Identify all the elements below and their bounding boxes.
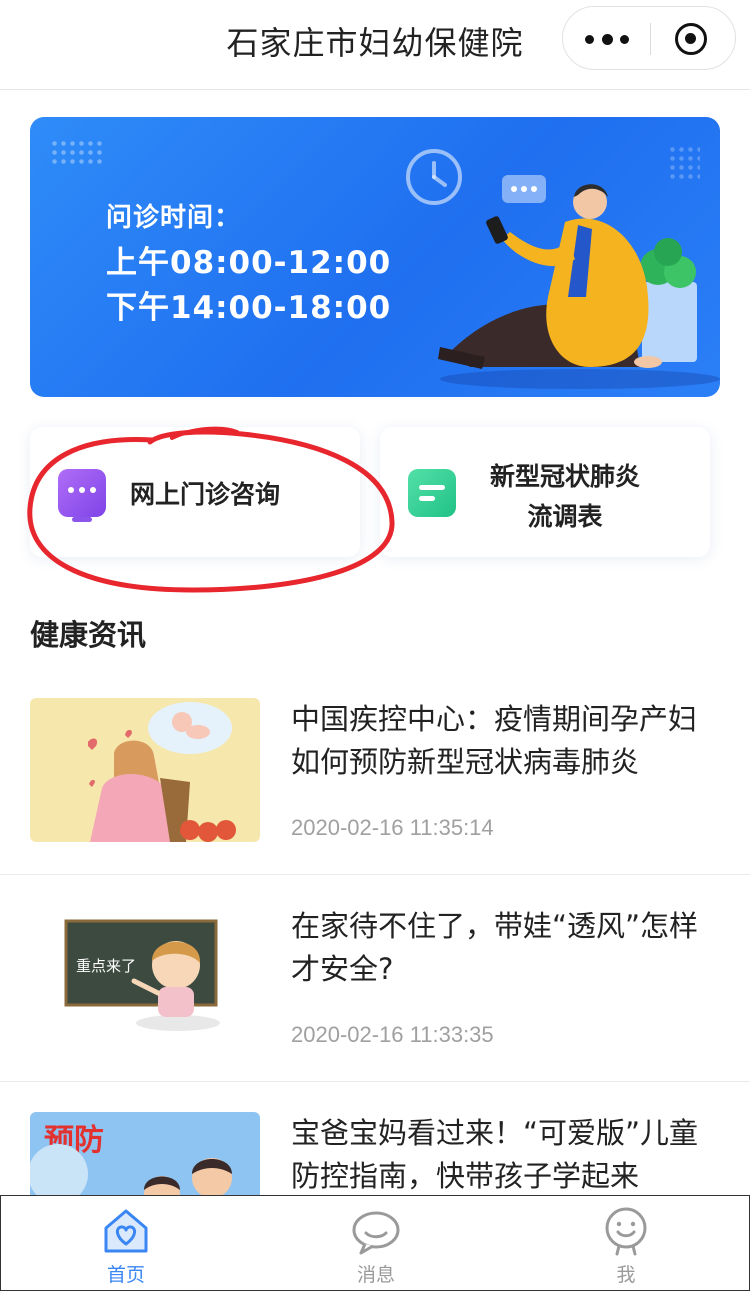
decor-dot-grid — [50, 139, 106, 167]
news-time: 2020-02-16 11:35:14 — [291, 815, 494, 840]
person-phone-illustration — [406, 149, 720, 389]
banner-morning-hours: 上午08:00-12:00 — [106, 245, 392, 281]
thumb-text: 重点来了 — [76, 957, 136, 975]
tab-me-label: 我 — [616, 1264, 636, 1286]
section-title: 健康资讯 — [30, 618, 147, 652]
monitor-chat-icon — [58, 469, 106, 522]
epidemic-survey-label: 新型冠状肺炎流调表 — [489, 462, 640, 531]
home-heart-icon — [104, 1209, 148, 1253]
online-consultation-card[interactable]: 网上门诊咨询 — [30, 427, 360, 557]
news-thumbnail — [30, 698, 260, 842]
news-title: 宝爸宝妈看过来！“可爱版”儿童防控指南，快带孩子学起来 — [291, 1116, 699, 1193]
news-time: 2020-02-16 11:33:35 — [291, 1022, 494, 1047]
epidemic-survey-card[interactable]: 新型冠状肺炎流调表 — [380, 427, 710, 557]
top-nav-bar: 石家庄市妇幼保健院 — [0, 0, 750, 90]
chat-bubble-icon — [352, 1211, 400, 1255]
capsule-divider — [650, 23, 651, 55]
tab-home[interactable]: 首页 — [1, 1196, 251, 1291]
consultation-hours-banner[interactable]: 问诊时间： 上午08:00-12:00 下午14:00-18:00 — [30, 117, 720, 397]
banner-heading: 问诊时间： — [106, 203, 242, 233]
online-consultation-label: 网上门诊咨询 — [130, 480, 281, 509]
banner-afternoon-hours: 下午14:00-18:00 — [106, 290, 392, 326]
news-item[interactable]: 预防 宝爸宝妈看过来！“可爱版”儿童防控指南，快带孩子学起来 — [0, 1112, 750, 1256]
news-title: 中国疾控中心：疫情期间孕产妇如何预防新型冠状病毒肺炎 — [291, 702, 698, 779]
tab-me[interactable]: 我 — [501, 1196, 750, 1291]
tab-home-label: 首页 — [106, 1264, 145, 1286]
news-title: 在家待不住了，带娃“透风”怎样才安全? — [291, 909, 699, 986]
form-list-icon — [408, 469, 456, 517]
news-item[interactable]: 重点来了 在家待不住了，带娃“透风”怎样才安全? 2020-02-16 11:3… — [0, 905, 750, 1082]
user-face-icon — [605, 1207, 647, 1256]
tab-messages[interactable]: 消息 — [251, 1196, 501, 1291]
more-icon[interactable] — [585, 31, 629, 47]
divider — [0, 1081, 750, 1082]
close-miniprogram-icon[interactable] — [675, 23, 707, 55]
news-item[interactable]: 中国疾控中心：疫情期间孕产妇如何预防新型冠状病毒肺炎 2020-02-16 11… — [0, 698, 750, 875]
divider — [0, 874, 750, 875]
bottom-tab-bar: 首页 消息 我 — [0, 1195, 750, 1291]
miniprogram-capsule — [562, 6, 736, 70]
tab-messages-label: 消息 — [356, 1264, 395, 1286]
news-thumbnail: 重点来了 — [30, 905, 260, 1049]
